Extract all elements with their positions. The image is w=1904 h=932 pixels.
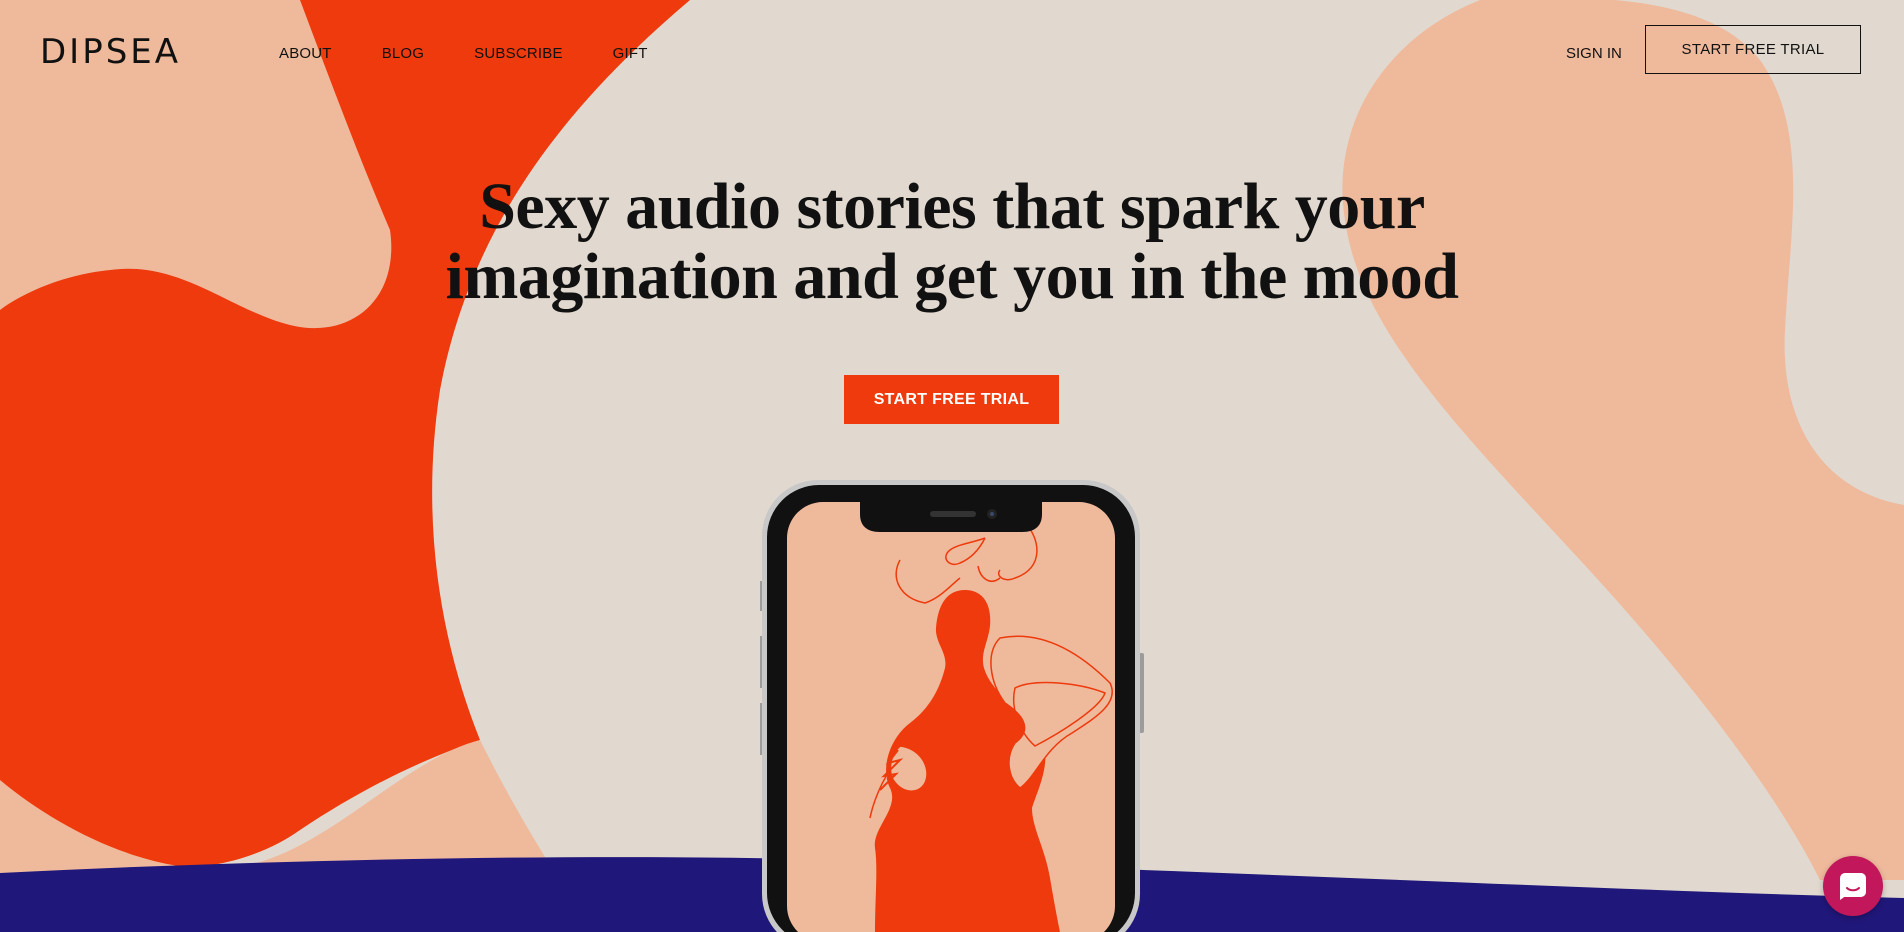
nav-gift[interactable]: GIFT [613,45,648,62]
nav-blog[interactable]: BLOG [382,45,424,62]
dipsea-logo[interactable]: DIPSEA [40,32,181,72]
phone-speaker [930,511,976,517]
nav-subscribe[interactable]: SUBSCRIBE [474,45,563,62]
hero-headline-line-1: Sexy audio stories that spark your [479,170,1425,243]
chat-launcher-button[interactable] [1823,856,1883,916]
hero-start-trial-button[interactable]: START FREE TRIAL [844,375,1059,424]
peach-blob-right [1342,0,1904,880]
chat-bubble-icon [1840,873,1866,900]
hero-headline-line-2: imagination and get you in the mood [445,240,1459,313]
phone-mockup [760,480,1144,932]
site-header: DIPSEA ABOUT BLOG SUBSCRIBE GIFT SIGN IN… [0,0,1904,100]
sign-in-link[interactable]: SIGN IN [1566,45,1622,62]
header-start-trial-button[interactable]: START FREE TRIAL [1645,25,1861,74]
hero-headline: Sexy audio stories that spark your imagi… [380,172,1524,312]
phone-camera-lens [990,512,994,516]
main-nav: ABOUT BLOG SUBSCRIBE GIFT [279,45,648,62]
nav-about[interactable]: ABOUT [279,45,332,62]
